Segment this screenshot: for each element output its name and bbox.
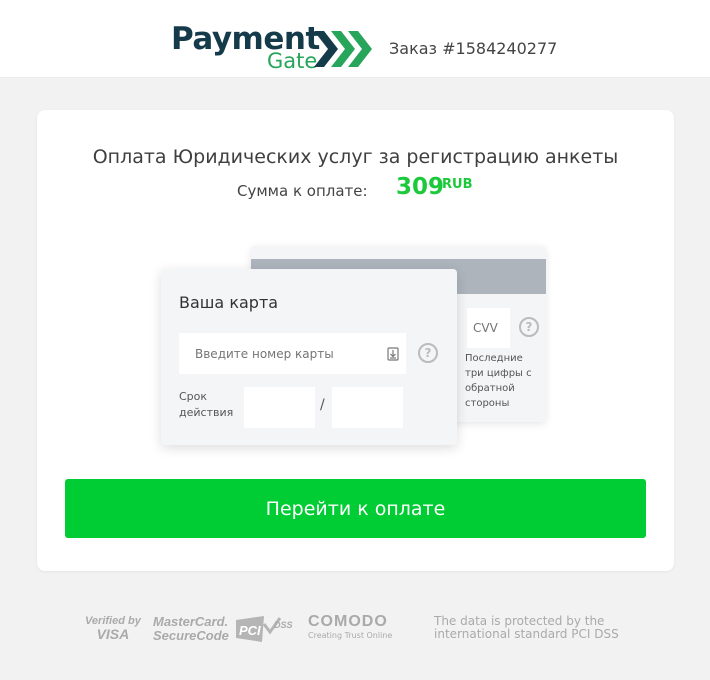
payment-panel: Оплата Юридических услуг за регистрацию … <box>37 110 674 571</box>
header-bar: Payment Gate Заказ #1584240277 <box>0 0 710 78</box>
expiry-separator: / <box>320 397 325 413</box>
svg-text:DSS: DSS <box>274 620 293 630</box>
verified-by-visa-logo: Verified by VISA <box>85 615 141 641</box>
payment-title: Оплата Юридических услуг за регистрацию … <box>92 146 619 168</box>
logo-chevrons-icon <box>314 31 372 67</box>
pci-dss-logo: PCI DSS <box>236 616 293 642</box>
card-scan-icon <box>387 347 399 361</box>
cvv-note: Последние три цифры с обратной стороны <box>465 353 532 409</box>
expiry-month-input[interactable] <box>244 387 315 428</box>
expiry-year-input[interactable] <box>332 387 403 428</box>
expiry-label-line1: Срок <box>179 390 208 403</box>
pci-security-note: The data is protected by the internation… <box>434 614 619 641</box>
card-number-input[interactable] <box>179 333 406 374</box>
sum-currency: RUB <box>442 177 473 192</box>
order-number: Заказ #1584240277 <box>389 39 558 58</box>
card-front: Ваша карта ? Срок действия / <box>161 269 457 445</box>
expiry-label-line2: действия <box>179 406 234 419</box>
svg-text:PCI: PCI <box>239 623 261 638</box>
payment-gate-logo: Payment Gate <box>171 22 376 74</box>
sum-amount: 309 <box>396 174 445 200</box>
card-number-help-icon[interactable]: ? <box>418 343 438 363</box>
securecode-text: SecureCode <box>153 628 229 643</box>
footer-badges: Verified by VISA MasterCard. SecureCode … <box>0 610 710 650</box>
comodo-logo: COMODO <box>308 613 388 630</box>
pay-button[interactable]: Перейти к оплате <box>65 479 646 538</box>
expiry-label: Срок действия <box>179 389 233 421</box>
mastercard-securecode-logo: MasterCard. SecureCode <box>153 615 229 643</box>
sum-label: Сумма к оплате: <box>237 182 368 200</box>
cvv-help-icon[interactable]: ? <box>519 317 539 337</box>
card-front-title: Ваша карта <box>179 293 279 312</box>
cvv-input[interactable] <box>467 308 510 348</box>
mastercard-text: MasterCard. <box>153 614 229 629</box>
comodo-tagline: Creating Trust Online <box>308 631 393 640</box>
logo-text-gate: Gate <box>267 49 318 73</box>
visa-text: VISA <box>96 626 130 642</box>
